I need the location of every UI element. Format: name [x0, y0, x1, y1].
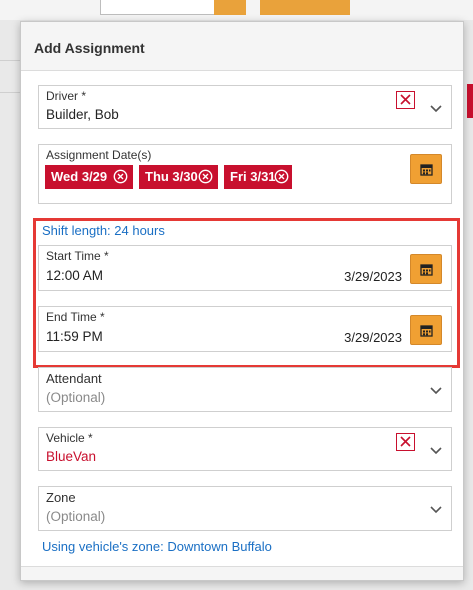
chevron-down-icon[interactable] [429, 102, 443, 116]
attendant-placeholder: (Optional) [46, 390, 106, 405]
shift-highlight-box [33, 218, 460, 368]
vehicle-select[interactable]: Vehicle * BlueVan [38, 427, 452, 471]
date-chip-label: Fri 3/31 [230, 169, 276, 184]
chevron-down-icon[interactable] [429, 444, 443, 458]
chevron-down-icon[interactable] [429, 384, 443, 398]
close-box-icon[interactable] [396, 433, 415, 451]
vehicle-value: BlueVan [46, 449, 97, 464]
modal-footer [21, 566, 463, 580]
driver-select[interactable]: Driver * Builder, Bob [38, 85, 452, 129]
add-assignment-modal: Add Assignment Driver * Builder, Bob Ass… [20, 21, 464, 581]
background-button [214, 0, 246, 15]
zone-info-text: Using vehicle's zone: Downtown Buffalo [42, 539, 272, 554]
background-button [260, 0, 350, 15]
close-box-icon[interactable] [396, 91, 415, 109]
attendant-select[interactable]: Attendant (Optional) [38, 367, 452, 412]
date-chip-label: Thu 3/30 [145, 169, 198, 184]
date-chip[interactable]: Wed 3/29 [45, 165, 133, 189]
background-accent [467, 84, 473, 118]
driver-value: Builder, Bob [46, 107, 119, 122]
vehicle-label: Vehicle * [46, 431, 93, 445]
chip-remove-icon[interactable] [198, 169, 213, 184]
zone-select[interactable]: Zone (Optional) [38, 486, 452, 531]
date-chip[interactable]: Thu 3/30 [139, 165, 218, 189]
assignment-dates-label: Assignment Date(s) [46, 148, 152, 162]
zone-label: Zone [46, 490, 76, 505]
driver-label: Driver * [46, 89, 87, 103]
modal-header: Add Assignment [21, 22, 463, 71]
date-chip[interactable]: Fri 3/31 [224, 165, 292, 189]
zone-placeholder: (Optional) [46, 509, 106, 524]
chevron-down-icon[interactable] [429, 503, 443, 517]
background-divider [0, 60, 20, 61]
attendant-label: Attendant [46, 371, 102, 386]
modal-title: Add Assignment [34, 40, 145, 56]
assignment-dates-calendar-button[interactable] [410, 154, 442, 184]
assignment-dates-field[interactable]: Assignment Date(s) Wed 3/29 Thu 3/30 Fri… [38, 144, 452, 204]
chip-remove-icon[interactable] [113, 169, 128, 184]
calendar-icon [420, 164, 433, 176]
date-chip-label: Wed 3/29 [51, 169, 108, 184]
background-divider [0, 92, 20, 93]
chip-remove-icon[interactable] [274, 169, 289, 184]
